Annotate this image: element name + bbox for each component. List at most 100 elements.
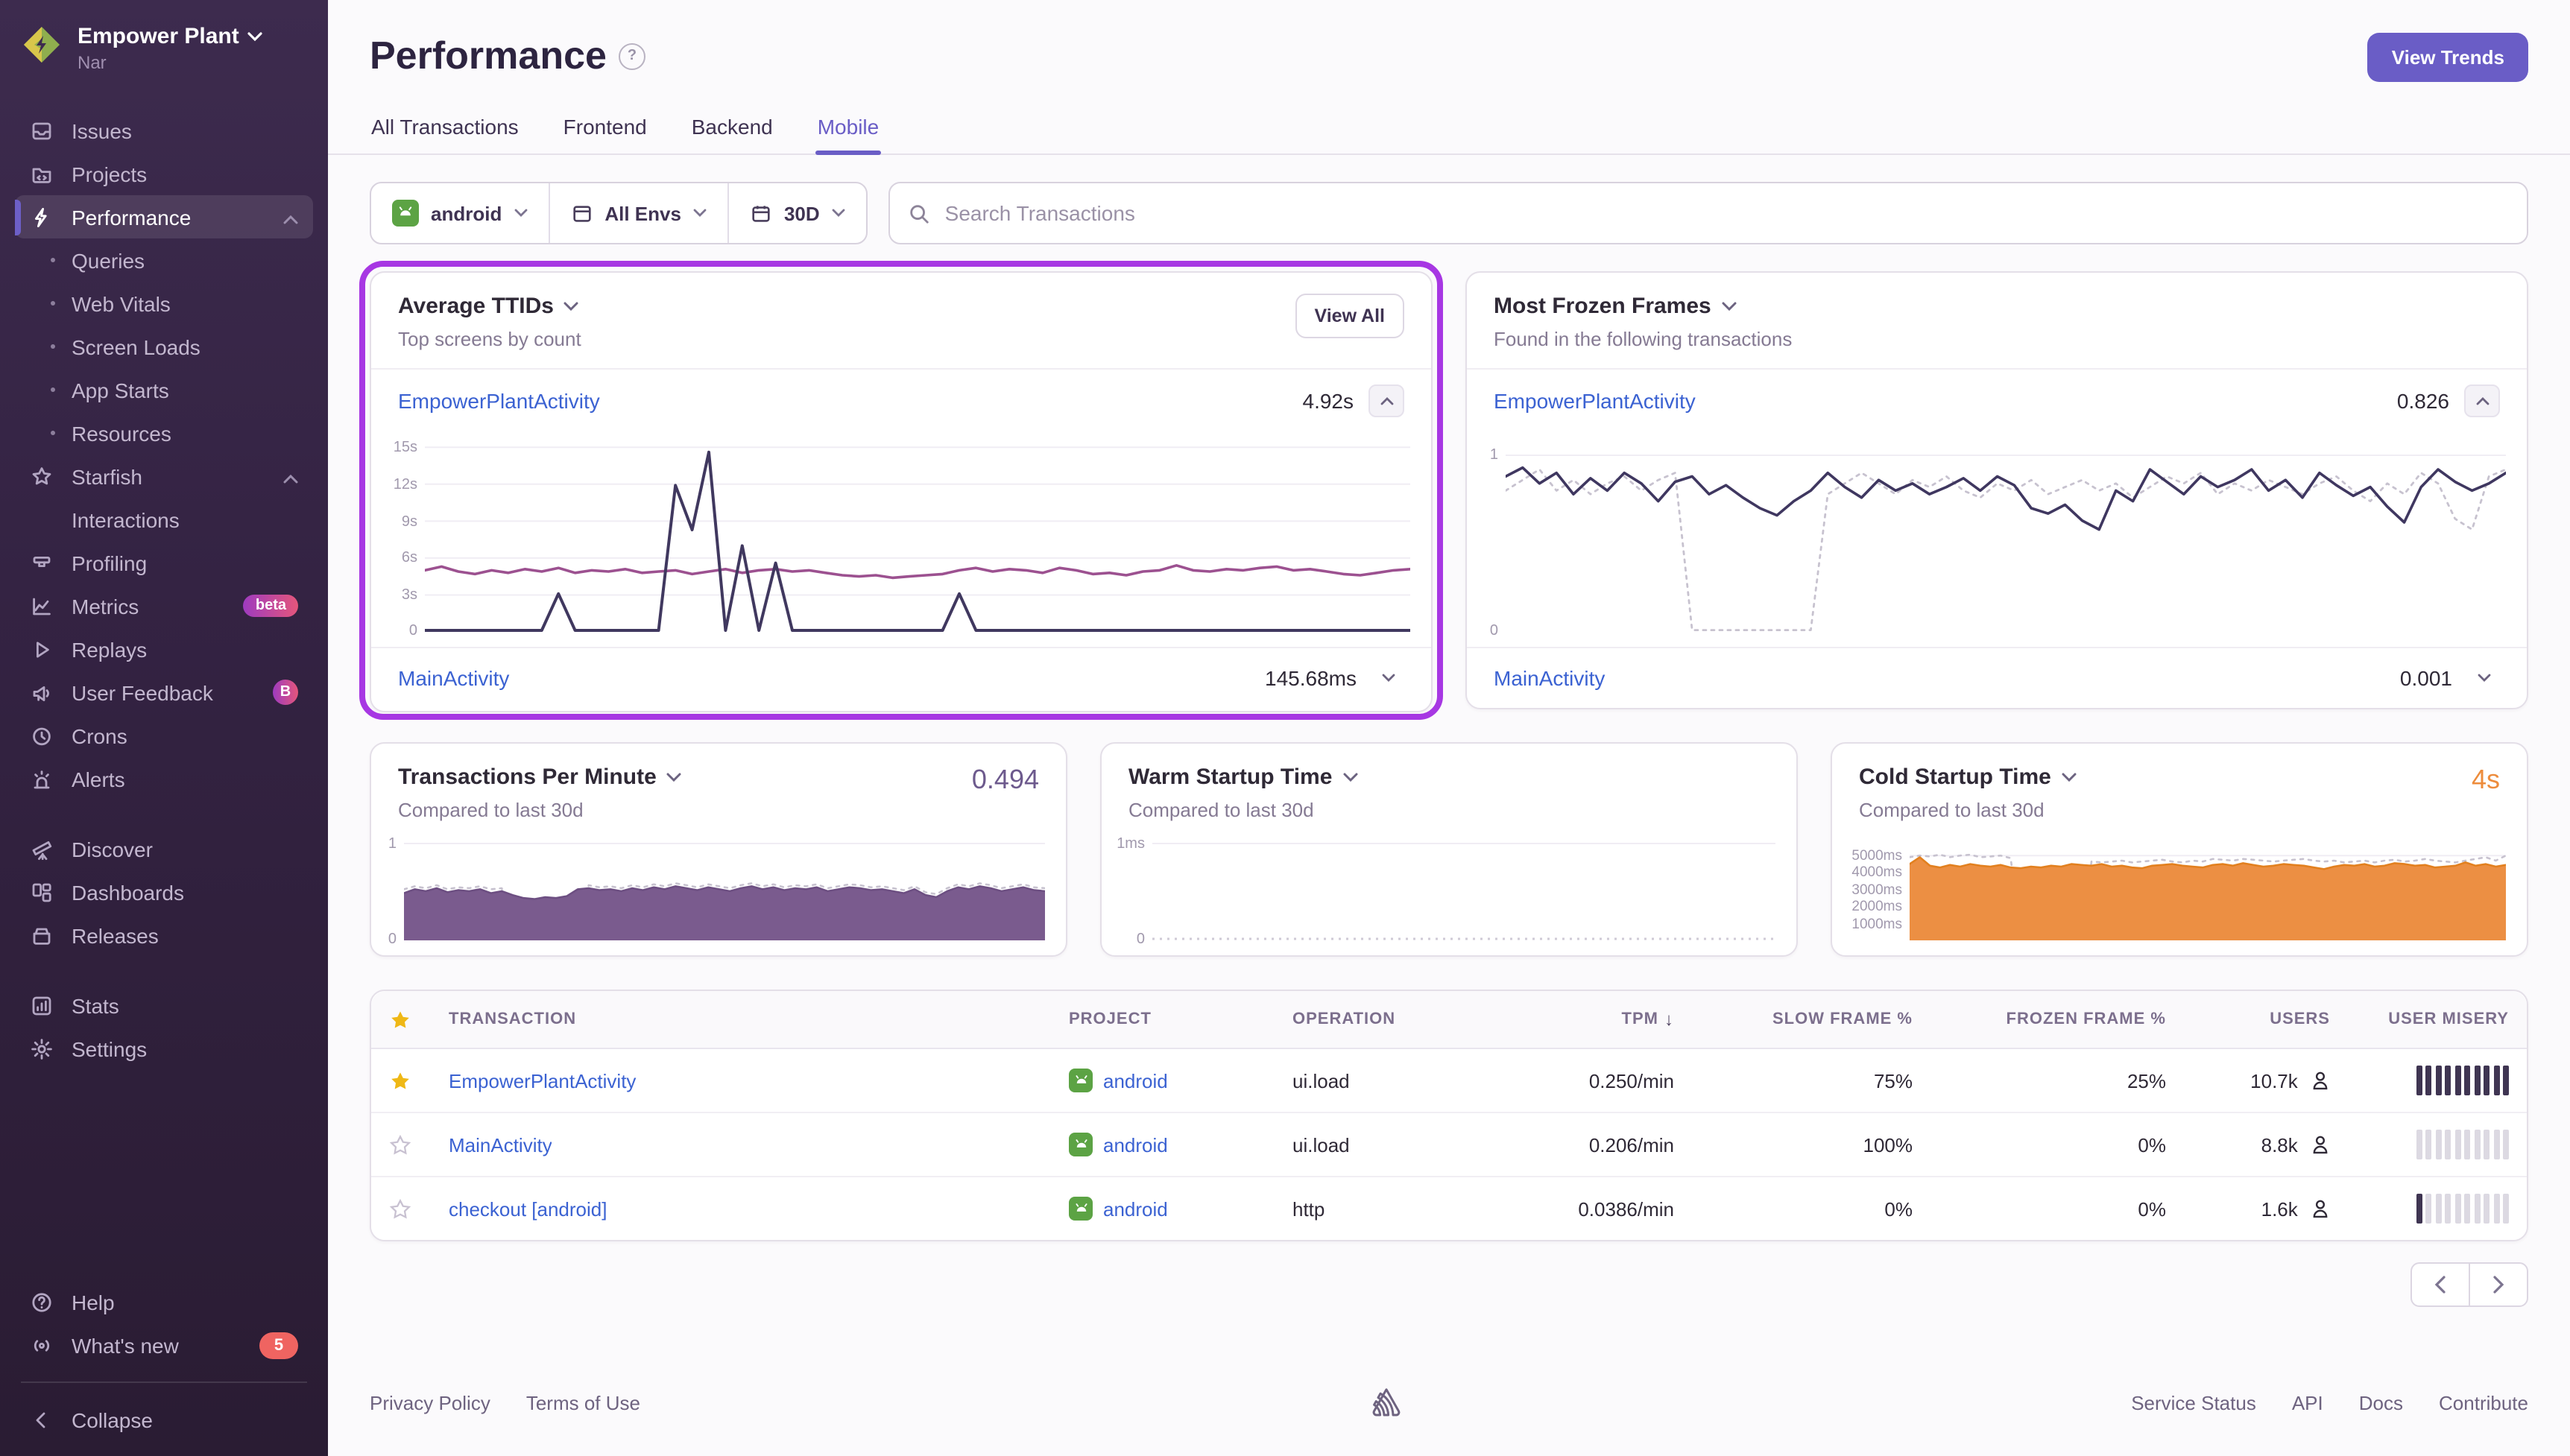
sidebar-item-issues[interactable]: Issues (15, 109, 313, 152)
warm-startup-chart (1152, 842, 1775, 940)
transaction-link[interactable]: EmpowerPlantActivity (449, 1069, 636, 1092)
transaction-link[interactable]: MainActivity (449, 1133, 552, 1156)
sidebar-item-stats[interactable]: Stats (15, 984, 313, 1027)
footer-link[interactable]: Contribute (2439, 1391, 2528, 1414)
chevron-up-icon (283, 205, 298, 229)
footer-link[interactable]: Privacy Policy (370, 1391, 490, 1414)
tab-all-transactions[interactable]: All Transactions (370, 106, 520, 153)
transaction-link[interactable]: EmpowerPlantActivity (398, 389, 1288, 413)
siren-icon (30, 767, 54, 791)
sidebar-item-performance[interactable]: Performance (15, 195, 313, 238)
user-misery-bars (2416, 1194, 2509, 1224)
sidebar-item-label: App Starts (72, 378, 169, 402)
sidebar-item-label: Help (72, 1290, 115, 1314)
transaction-link[interactable]: MainActivity (1494, 666, 2385, 690)
expand-row-button[interactable] (2467, 663, 2500, 693)
nav-group-gap (15, 800, 313, 827)
column-header[interactable]: USERS (2184, 1010, 2348, 1028)
sidebar: Empower Plant Nar IssuesProjectsPerforma… (0, 0, 328, 1456)
sidebar-item-help[interactable]: Help (15, 1280, 313, 1323)
sidebar-item-user-feedback[interactable]: User FeedbackB (15, 671, 313, 714)
transaction-link[interactable]: EmpowerPlantActivity (1494, 389, 2382, 413)
footer-links-right: Service Status API Docs Contribute (2131, 1391, 2528, 1414)
y-axis-labels: 10 (1476, 441, 1506, 632)
sidebar-item-starfish[interactable]: Starfish (15, 455, 313, 498)
sidebar-item-screen-loads[interactable]: Screen Loads (15, 325, 313, 368)
next-page-button[interactable] (2469, 1262, 2528, 1307)
user-misery-bars (2416, 1066, 2509, 1095)
project-link[interactable]: android (1103, 1069, 1168, 1092)
widget-title[interactable]: Cold Startup Time (1859, 765, 2077, 790)
chevron-down-icon (564, 301, 579, 311)
transaction-link[interactable]: checkout [android] (449, 1197, 607, 1220)
column-header[interactable]: TPM↓ (1498, 1009, 1692, 1030)
column-header[interactable]: TRANSACTION (431, 1010, 1051, 1028)
sidebar-item-web-vitals[interactable]: Web Vitals (15, 282, 313, 325)
sidebar-item-app-starts[interactable]: App Starts (15, 368, 313, 411)
view-trends-button[interactable]: View Trends (2368, 33, 2528, 82)
star-column-header[interactable] (371, 1008, 431, 1031)
sidebar-item-interactions[interactable]: Interactions (15, 498, 313, 541)
sidebar-item-releases[interactable]: Releases (15, 914, 313, 957)
android-project-icon (1069, 1133, 1093, 1156)
column-header[interactable]: PROJECT (1051, 1010, 1275, 1028)
org-subtitle: Nar (78, 52, 263, 73)
view-all-button[interactable]: View All (1295, 294, 1405, 338)
footer-link[interactable]: Service Status (2131, 1391, 2256, 1414)
project-link[interactable]: android (1103, 1133, 1168, 1156)
sidebar-item-alerts[interactable]: Alerts (15, 757, 313, 800)
collapse-row-button[interactable] (1368, 384, 1404, 417)
widget-title[interactable]: Transactions Per Minute (398, 765, 682, 790)
sidebar-item-discover[interactable]: Discover (15, 827, 313, 870)
sidebar-item-settings[interactable]: Settings (15, 1027, 313, 1070)
org-switcher[interactable]: Empower Plant Nar (0, 0, 328, 88)
sidebar-item-dashboards[interactable]: Dashboards (15, 870, 313, 914)
column-header[interactable]: USER MISERY (2348, 1010, 2527, 1028)
help-icon[interactable]: ? (619, 42, 645, 69)
project-filter[interactable]: android (371, 183, 548, 243)
users-cell: 8.8k (2184, 1133, 2348, 1156)
sidebar-item-crons[interactable]: Crons (15, 714, 313, 757)
performance-tabs: All Transactions Frontend Backend Mobile (328, 106, 2570, 155)
sidebar-item-queries[interactable]: Queries (15, 238, 313, 282)
project-link[interactable]: android (1103, 1197, 1168, 1220)
widget-title[interactable]: Most Frozen Frames (1494, 294, 1792, 319)
widget-subtitle: Compared to last 30d (1128, 799, 1357, 821)
widget-title[interactable]: Warm Startup Time (1128, 765, 1357, 790)
sidebar-nav: IssuesProjectsPerformanceQueriesWeb Vita… (0, 88, 328, 1280)
notification-badge: 5 (259, 1332, 298, 1358)
sidebar-item-label: Interactions (72, 507, 180, 531)
sidebar-item-what-s-new[interactable]: What's new5 (15, 1323, 313, 1367)
star-toggle[interactable] (389, 1069, 411, 1092)
previous-page-button[interactable] (2410, 1262, 2469, 1307)
sidebar-item-collapse[interactable]: Collapse (15, 1398, 313, 1441)
star-toggle[interactable] (389, 1133, 411, 1156)
chevron-down-icon (667, 772, 682, 782)
tab-backend[interactable]: Backend (690, 106, 774, 153)
search-input[interactable] (942, 200, 2509, 227)
footer-link[interactable]: Terms of Use (526, 1391, 640, 1414)
tab-mobile[interactable]: Mobile (816, 106, 881, 153)
sidebar-item-resources[interactable]: Resources (15, 411, 313, 455)
tab-frontend[interactable]: Frontend (562, 106, 648, 153)
column-header[interactable]: SLOW FRAME % (1692, 1010, 1930, 1028)
widget-title[interactable]: Average TTIDs (398, 294, 581, 319)
sidebar-item-profiling[interactable]: Profiling (15, 541, 313, 584)
column-header[interactable]: FROZEN FRAME % (1930, 1010, 2184, 1028)
sidebar-item-replays[interactable]: Replays (15, 627, 313, 671)
sidebar-item-projects[interactable]: Projects (15, 152, 313, 195)
date-range-filter[interactable]: 30D (727, 183, 866, 243)
expand-row-button[interactable] (1371, 663, 1404, 693)
star-toggle[interactable] (389, 1197, 411, 1220)
cold-startup-card: Cold Startup Time Compared to last 30d 4… (1831, 742, 2528, 957)
sidebar-item-metrics[interactable]: Metricsbeta (15, 584, 313, 627)
footer-link[interactable]: API (2292, 1391, 2323, 1414)
users-cell: 10.7k (2184, 1069, 2348, 1092)
environment-filter[interactable]: All Envs (548, 183, 727, 243)
collapse-row-button[interactable] (2464, 384, 2500, 417)
chevron-left-icon (2434, 1276, 2446, 1294)
transaction-link[interactable]: MainActivity (398, 666, 1250, 690)
chevron-right-icon (2492, 1276, 2504, 1294)
footer-link[interactable]: Docs (2359, 1391, 2403, 1414)
column-header[interactable]: OPERATION (1275, 1010, 1498, 1028)
